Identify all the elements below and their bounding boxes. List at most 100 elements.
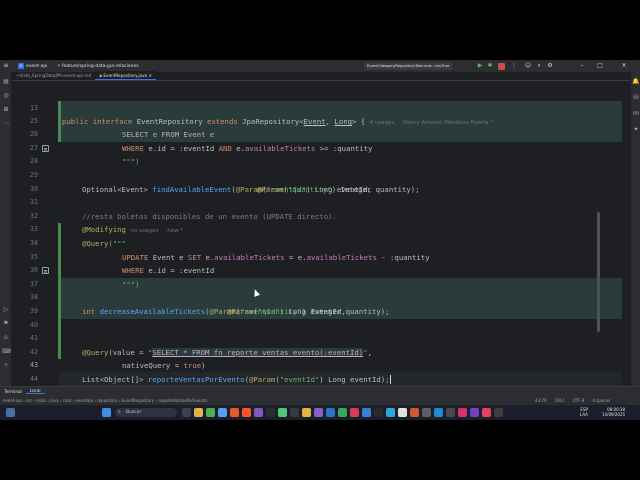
app-icon[interactable] <box>326 408 335 417</box>
stop-icon[interactable] <box>498 62 505 70</box>
region-code: LAA <box>580 412 588 417</box>
branch-name: feature/spring-data-jpa-relaciones <box>62 63 139 69</box>
clock[interactable]: 08:00:28 14/09/2025 <box>602 407 625 417</box>
app-icon[interactable] <box>410 408 419 417</box>
taskbar-search[interactable]: ⌕ Buscar <box>115 408 177 417</box>
tab-terminal[interactable]: Terminal <box>0 389 26 394</box>
implementation-gutter-icon[interactable] <box>42 144 49 152</box>
breadcrumb-item[interactable]: event-api <box>3 398 22 403</box>
app-icon[interactable] <box>494 408 503 417</box>
language-indicator[interactable]: ESP LAA <box>580 407 588 417</box>
branch-icon: ⑂ <box>57 64 61 69</box>
windows-start-icon[interactable] <box>102 408 111 417</box>
app-icon[interactable] <box>386 408 395 417</box>
file-encoding[interactable]: UTF-8 <box>573 398 585 403</box>
app-icon[interactable] <box>278 408 287 417</box>
weather-icon[interactable] <box>6 408 15 417</box>
breadcrumb-item[interactable]: java <box>50 398 58 403</box>
search-placeholder: Buscar <box>126 410 142 415</box>
app-icon[interactable] <box>302 408 311 417</box>
implementation-gutter-icon[interactable] <box>42 267 49 275</box>
app-icon[interactable] <box>218 408 227 417</box>
app-icon[interactable] <box>470 408 479 417</box>
breadcrumb-item[interactable]: reporteVentasPorEvento <box>158 398 206 403</box>
notifications-icon[interactable]: 🔔 <box>632 78 640 86</box>
tab-markdown-file[interactable]: ~Vista_SpringDataJPA-event-api.md <box>12 71 95 80</box>
run-config-selector[interactable]: EventCategoryRepositoryTest.exis...tusTr… <box>364 62 453 70</box>
app-icon[interactable] <box>482 408 491 417</box>
breadcrumb-item[interactable]: eventapi <box>76 398 94 403</box>
windows-taskbar: ⌕ Buscar ESP LAA 08:00:28 14/09/2025 <box>0 405 640 420</box>
settings-icon[interactable]: ⚙ <box>546 62 554 70</box>
close-icon[interactable]: ✕ <box>620 62 628 70</box>
breadcrumb-item[interactable]: EventRepository <box>122 398 155 403</box>
git-tool-icon[interactable]: ⑂ <box>2 362 10 370</box>
caret-position[interactable]: 43:76 <box>535 398 547 403</box>
editor-tabs: ~Vista_SpringDataJPA-event-api.md ◆Event… <box>12 71 630 81</box>
app-icon[interactable] <box>290 408 299 417</box>
code-line: 13 public interface EventRepository exte… <box>12 88 614 127</box>
chrome-icon[interactable] <box>206 408 215 417</box>
breadcrumb-item[interactable]: com <box>63 398 72 403</box>
line-separator[interactable]: CRLF <box>555 398 565 403</box>
app-icon[interactable] <box>398 408 407 417</box>
maven-icon[interactable]: m <box>632 110 640 118</box>
app-icon[interactable] <box>362 408 371 417</box>
intellij-icon[interactable] <box>458 408 467 417</box>
tab-event-repository[interactable]: ◆EventRepository.java ✕ <box>95 71 156 80</box>
breadcrumb-item[interactable]: main <box>36 398 46 403</box>
brave-icon[interactable] <box>242 408 251 417</box>
app-icon[interactable] <box>350 408 359 417</box>
run-icon[interactable]: ▶ <box>476 62 484 70</box>
commit-tool-icon[interactable]: ◎ <box>2 92 10 100</box>
indent-setting[interactable]: 4 spaces <box>592 398 610 403</box>
code-line: 25 SELECT e FROM Event e <box>12 101 614 140</box>
branch-selector[interactable]: ⑂ feature/spring-data-jpa-relaciones <box>57 63 139 70</box>
code-line: 27 """) <box>12 128 614 167</box>
main-menu-icon[interactable]: ≡ <box>2 62 10 70</box>
app-icon[interactable] <box>230 408 239 417</box>
terminal-tool-icon[interactable]: ⌨ <box>2 348 11 356</box>
database-icon[interactable]: ⛁ <box>632 94 640 102</box>
search-everywhere-icon[interactable]: ⌕ <box>535 62 543 70</box>
code-line: 39 <box>12 291 614 315</box>
debug-icon[interactable]: ✱ <box>486 62 494 70</box>
more-actions-icon[interactable]: ⋮ <box>510 62 518 70</box>
app-icon[interactable] <box>446 408 455 417</box>
tab-close-icon[interactable]: ✕ <box>148 73 152 78</box>
code-line: 31 //resta boletos disponibles de un eve… <box>12 183 614 221</box>
java-file-icon: ◆ <box>99 73 103 78</box>
taskview-icon[interactable] <box>182 408 191 417</box>
breadcrumb[interactable]: event-api › src › main › java › com › ev… <box>3 398 207 403</box>
tab-local[interactable]: Local <box>25 388 45 394</box>
structure-tool-icon[interactable]: ⊞ <box>2 106 10 114</box>
app-icon[interactable] <box>338 408 347 417</box>
services-tool-icon[interactable]: ⚑ <box>2 320 10 328</box>
breadcrumb-item[interactable]: src <box>26 398 32 403</box>
problems-tool-icon[interactable]: ⚠ <box>2 334 10 342</box>
more-tools-icon[interactable]: ⋯ <box>2 120 10 128</box>
maximize-icon[interactable]: □ <box>596 62 604 70</box>
editor-scrollbar[interactable] <box>597 212 600 332</box>
left-tool-strip: ▤ ◎ ⊞ ⋯ ▷ ⚑ ⚠ ⌨ ⑂ <box>0 72 12 410</box>
code-line: 44 } <box>12 359 614 398</box>
code-line: 32 @Modifying no usages new * <box>12 196 614 235</box>
app-icon[interactable] <box>374 408 383 417</box>
project-selector[interactable]: E event-api <box>18 63 47 69</box>
minimize-icon[interactable]: – <box>578 62 586 70</box>
file-explorer-icon[interactable] <box>194 408 203 417</box>
code-line: 40 <box>12 305 614 329</box>
app-icon[interactable] <box>422 408 431 417</box>
ai-assistant-icon[interactable]: ✦ <box>632 126 640 134</box>
app-icon[interactable] <box>266 408 275 417</box>
visual-studio-icon[interactable] <box>314 408 323 417</box>
right-tool-strip: 🔔 ⛁ m ✦ <box>630 72 640 410</box>
run-tool-icon[interactable]: ▷ <box>2 306 10 314</box>
vscode-icon[interactable] <box>434 408 443 417</box>
project-tool-icon[interactable]: ▤ <box>2 78 10 86</box>
breadcrumb-item[interactable]: repository <box>97 398 117 403</box>
code-editor[interactable]: 13 public interface EventRepository exte… <box>12 82 622 398</box>
app-icon[interactable] <box>254 408 263 417</box>
code-line: 28 Optional<Event> findAvailableEvent(@P… <box>12 142 614 194</box>
collab-icon[interactable]: ☺ <box>524 62 532 70</box>
